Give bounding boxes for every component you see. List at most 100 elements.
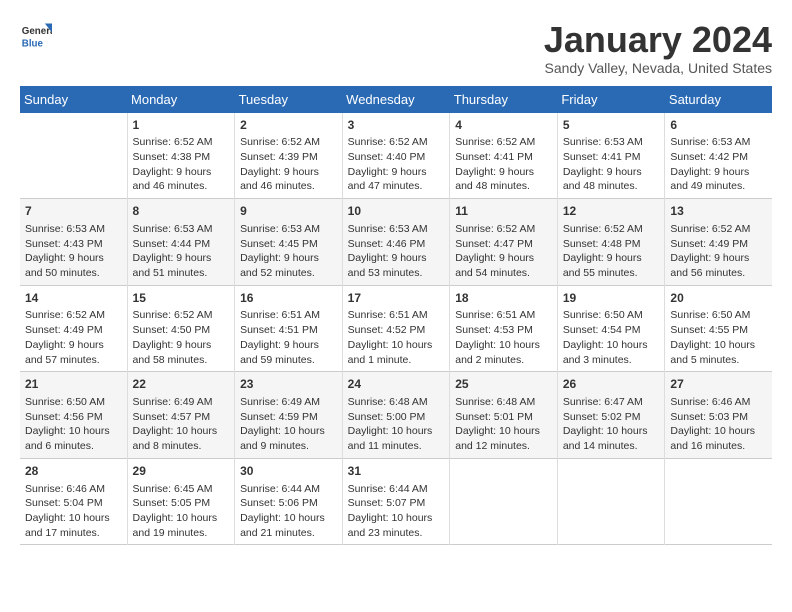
day-number: 29 — [133, 463, 230, 480]
day-number: 17 — [348, 290, 445, 307]
cell-w2-d4: 11Sunrise: 6:52 AMSunset: 4:47 PMDayligh… — [450, 199, 558, 286]
cell-info-line: and 52 minutes. — [240, 266, 337, 281]
cell-w5-d5 — [557, 458, 665, 545]
day-number: 28 — [25, 463, 122, 480]
cell-info-line: Sunset: 4:54 PM — [563, 323, 660, 338]
cell-info-line: Daylight: 10 hours — [670, 424, 767, 439]
cell-info-line: Sunset: 4:59 PM — [240, 410, 337, 425]
cell-info-line: Sunrise: 6:49 AM — [133, 395, 230, 410]
svg-text:General: General — [22, 26, 52, 37]
cell-w4-d1: 22Sunrise: 6:49 AMSunset: 4:57 PMDayligh… — [127, 372, 235, 459]
cell-info-line: Sunrise: 6:45 AM — [133, 482, 230, 497]
cell-info-line: Sunset: 4:51 PM — [240, 323, 337, 338]
cell-w3-d3: 17Sunrise: 6:51 AMSunset: 4:52 PMDayligh… — [342, 285, 450, 372]
cell-info-line: Daylight: 10 hours — [670, 338, 767, 353]
logo: General Blue — [20, 20, 52, 52]
cell-info-line: Daylight: 9 hours — [133, 338, 230, 353]
cell-info-line: Sunset: 5:05 PM — [133, 496, 230, 511]
cell-info-line: Sunset: 4:45 PM — [240, 237, 337, 252]
cell-info-line: Sunset: 4:52 PM — [348, 323, 445, 338]
cell-info-line: Daylight: 9 hours — [25, 251, 122, 266]
header-thursday: Thursday — [450, 86, 558, 113]
day-number: 31 — [348, 463, 445, 480]
cell-info-line: Daylight: 10 hours — [240, 424, 337, 439]
cell-info-line: Daylight: 10 hours — [240, 511, 337, 526]
cell-w2-d3: 10 Sunrise: 6:53 AMSunset: 4:46 PMDayligh… — [342, 199, 450, 286]
logo-icon: General Blue — [20, 20, 52, 52]
cell-info-line: Daylight: 9 hours — [240, 251, 337, 266]
cell-info-line: Sunrise: 6:49 AM — [240, 395, 337, 410]
cell-info-line: Sunrise: 6:53 AM — [348, 222, 445, 237]
cell-info-line: Daylight: 10 hours — [455, 424, 552, 439]
cell-info-line: and 48 minutes. — [563, 179, 660, 194]
cell-w4-d2: 23Sunrise: 6:49 AMSunset: 4:59 PMDayligh… — [235, 372, 343, 459]
cell-w3-d2: 16Sunrise: 6:51 AMSunset: 4:51 PMDayligh… — [235, 285, 343, 372]
cell-info-line: Sunset: 4:40 PM — [348, 150, 445, 165]
cell-w1-d1: 1Sunrise: 6:52 AMSunset: 4:38 PMDaylight… — [127, 113, 235, 199]
cell-w3-d5: 19Sunrise: 6:50 AMSunset: 4:54 PMDayligh… — [557, 285, 665, 372]
day-number: 20 — [670, 290, 767, 307]
cell-info-line: Sunrise: 6:44 AM — [348, 482, 445, 497]
cell-info-line: Sunrise: 6:53 AM — [25, 222, 122, 237]
cell-w2-d5: 12Sunrise: 6:52 AMSunset: 4:48 PMDayligh… — [557, 199, 665, 286]
cell-info-line: Daylight: 9 hours — [133, 165, 230, 180]
day-number: 5 — [563, 117, 660, 134]
cell-w2-d1: 8Sunrise: 6:53 AMSunset: 4:44 PMDaylight… — [127, 199, 235, 286]
day-number: 1 — [133, 117, 230, 134]
cell-info-line: Sunset: 4:46 PM — [348, 237, 445, 252]
cell-info-line: Sunrise: 6:46 AM — [25, 482, 122, 497]
weekday-header-row: SundayMondayTuesdayWednesdayThursdayFrid… — [20, 86, 772, 113]
cell-w3-d0: 14Sunrise: 6:52 AMSunset: 4:49 PMDayligh… — [20, 285, 127, 372]
cell-info-line: Sunset: 4:56 PM — [25, 410, 122, 425]
cell-info-line: and 57 minutes. — [25, 353, 122, 368]
cell-info-line: Sunset: 4:39 PM — [240, 150, 337, 165]
cell-info-line: Sunset: 5:04 PM — [25, 496, 122, 511]
cell-w5-d0: 28Sunrise: 6:46 AMSunset: 5:04 PMDayligh… — [20, 458, 127, 545]
cell-info-line: Daylight: 9 hours — [348, 251, 445, 266]
cell-info-line: Sunset: 4:41 PM — [563, 150, 660, 165]
cell-w4-d3: 24Sunrise: 6:48 AMSunset: 5:00 PMDayligh… — [342, 372, 450, 459]
cell-info-line: and 59 minutes. — [240, 353, 337, 368]
cell-info-line: Sunset: 4:43 PM — [25, 237, 122, 252]
cell-info-line: Sunrise: 6:48 AM — [455, 395, 552, 410]
cell-info-line: Daylight: 9 hours — [348, 165, 445, 180]
cell-info-line: Sunrise: 6:52 AM — [348, 135, 445, 150]
cell-info-line: and 12 minutes. — [455, 439, 552, 454]
day-number: 10 — [348, 203, 445, 220]
cell-info-line: Sunset: 5:06 PM — [240, 496, 337, 511]
cell-info-line: Daylight: 9 hours — [455, 251, 552, 266]
cell-w5-d2: 30Sunrise: 6:44 AMSunset: 5:06 PMDayligh… — [235, 458, 343, 545]
week-row-3: 14Sunrise: 6:52 AMSunset: 4:49 PMDayligh… — [20, 285, 772, 372]
cell-info-line: Sunset: 4:48 PM — [563, 237, 660, 252]
day-number: 22 — [133, 376, 230, 393]
day-number: 16 — [240, 290, 337, 307]
cell-info-line: Sunrise: 6:51 AM — [240, 308, 337, 323]
cell-w1-d5: 5Sunrise: 6:53 AMSunset: 4:41 PMDaylight… — [557, 113, 665, 199]
cell-info-line: Daylight: 9 hours — [25, 338, 122, 353]
cell-info-line: Daylight: 10 hours — [348, 338, 445, 353]
cell-info-line: Sunset: 5:01 PM — [455, 410, 552, 425]
month-title: January 2024 — [544, 20, 772, 60]
cell-info-line: Sunrise: 6:48 AM — [348, 395, 445, 410]
page-header: General Blue January 2024 Sandy Valley, … — [20, 20, 772, 76]
cell-info-line: Daylight: 10 hours — [25, 424, 122, 439]
cell-info-line: Sunset: 5:03 PM — [670, 410, 767, 425]
day-number: 24 — [348, 376, 445, 393]
cell-info-line: Sunset: 4:41 PM — [455, 150, 552, 165]
cell-info-line: Daylight: 10 hours — [563, 338, 660, 353]
week-row-4: 21Sunrise: 6:50 AMSunset: 4:56 PMDayligh… — [20, 372, 772, 459]
cell-info-line: and 46 minutes. — [133, 179, 230, 194]
cell-info-line: and 16 minutes. — [670, 439, 767, 454]
location-title: Sandy Valley, Nevada, United States — [544, 60, 772, 76]
cell-w2-d6: 13Sunrise: 6:52 AMSunset: 4:49 PMDayligh… — [665, 199, 772, 286]
cell-info-line: Sunrise: 6:52 AM — [455, 222, 552, 237]
cell-info-line: Sunrise: 6:52 AM — [133, 135, 230, 150]
header-wednesday: Wednesday — [342, 86, 450, 113]
header-friday: Friday — [557, 86, 665, 113]
cell-w4-d0: 21Sunrise: 6:50 AMSunset: 4:56 PMDayligh… — [20, 372, 127, 459]
cell-info-line: and 11 minutes. — [348, 439, 445, 454]
cell-info-line: and 47 minutes. — [348, 179, 445, 194]
cell-info-line: and 56 minutes. — [670, 266, 767, 281]
cell-w5-d6 — [665, 458, 772, 545]
day-number: 13 — [670, 203, 767, 220]
